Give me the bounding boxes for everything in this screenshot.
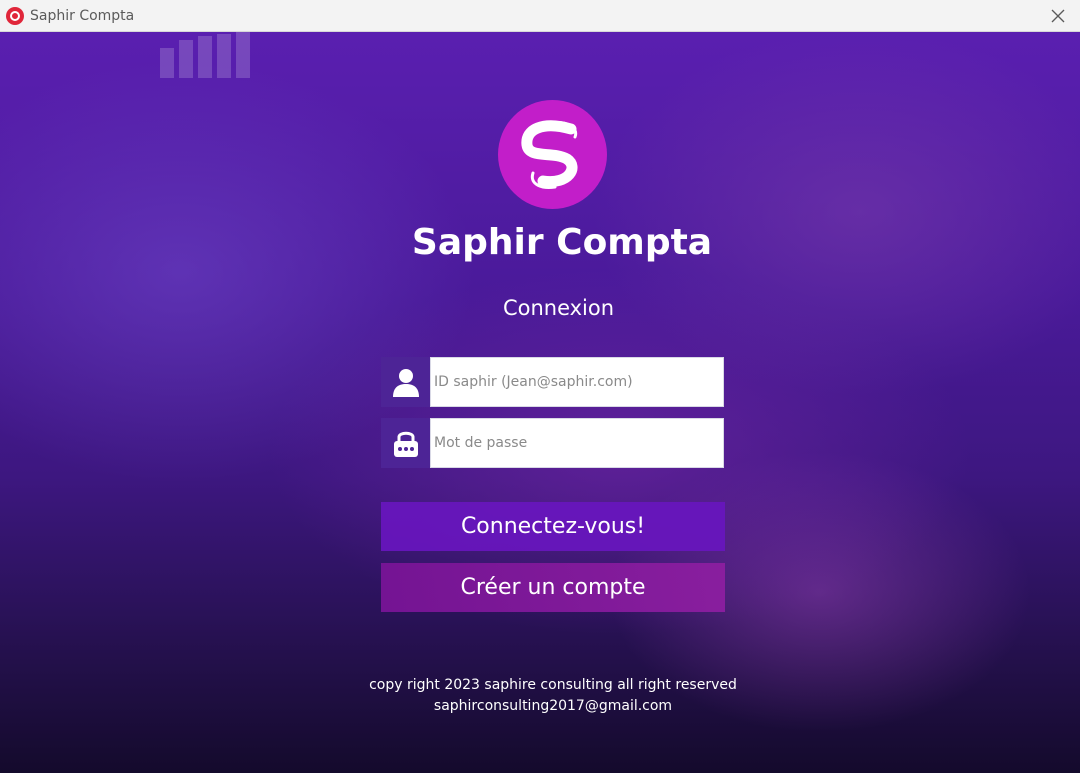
saphir-logo-icon	[498, 100, 607, 209]
app-icon	[6, 6, 24, 25]
user-icon	[381, 357, 430, 407]
app-title: Saphir Compta	[411, 222, 713, 263]
close-button[interactable]	[1046, 4, 1070, 28]
close-icon	[1051, 9, 1065, 23]
lock-icon	[381, 418, 430, 468]
id-saphir-input[interactable]: ID saphir (Jean@saphir.com)	[430, 357, 724, 407]
copyright-text: copy right 2023 saphire consulting all r…	[369, 677, 737, 693]
app-window: Saphir Compta Saphir Compta Connexion ID…	[0, 0, 1080, 773]
contact-email: saphirconsulting2017@gmail.com	[433, 698, 673, 714]
title-bar: Saphir Compta	[0, 0, 1080, 32]
password-field: Mot de passe	[381, 418, 724, 468]
login-button[interactable]: Connectez-vous!	[381, 502, 725, 551]
background-chart-decoration	[160, 32, 250, 78]
password-input[interactable]: Mot de passe	[430, 418, 724, 468]
login-subtitle: Connexion	[502, 296, 615, 320]
login-panel: Saphir Compta Connexion ID saphir (Jean@…	[0, 32, 1080, 773]
window-title: Saphir Compta	[30, 7, 135, 24]
create-account-button[interactable]: Créer un compte	[381, 563, 725, 612]
id-field: ID saphir (Jean@saphir.com)	[381, 357, 724, 407]
